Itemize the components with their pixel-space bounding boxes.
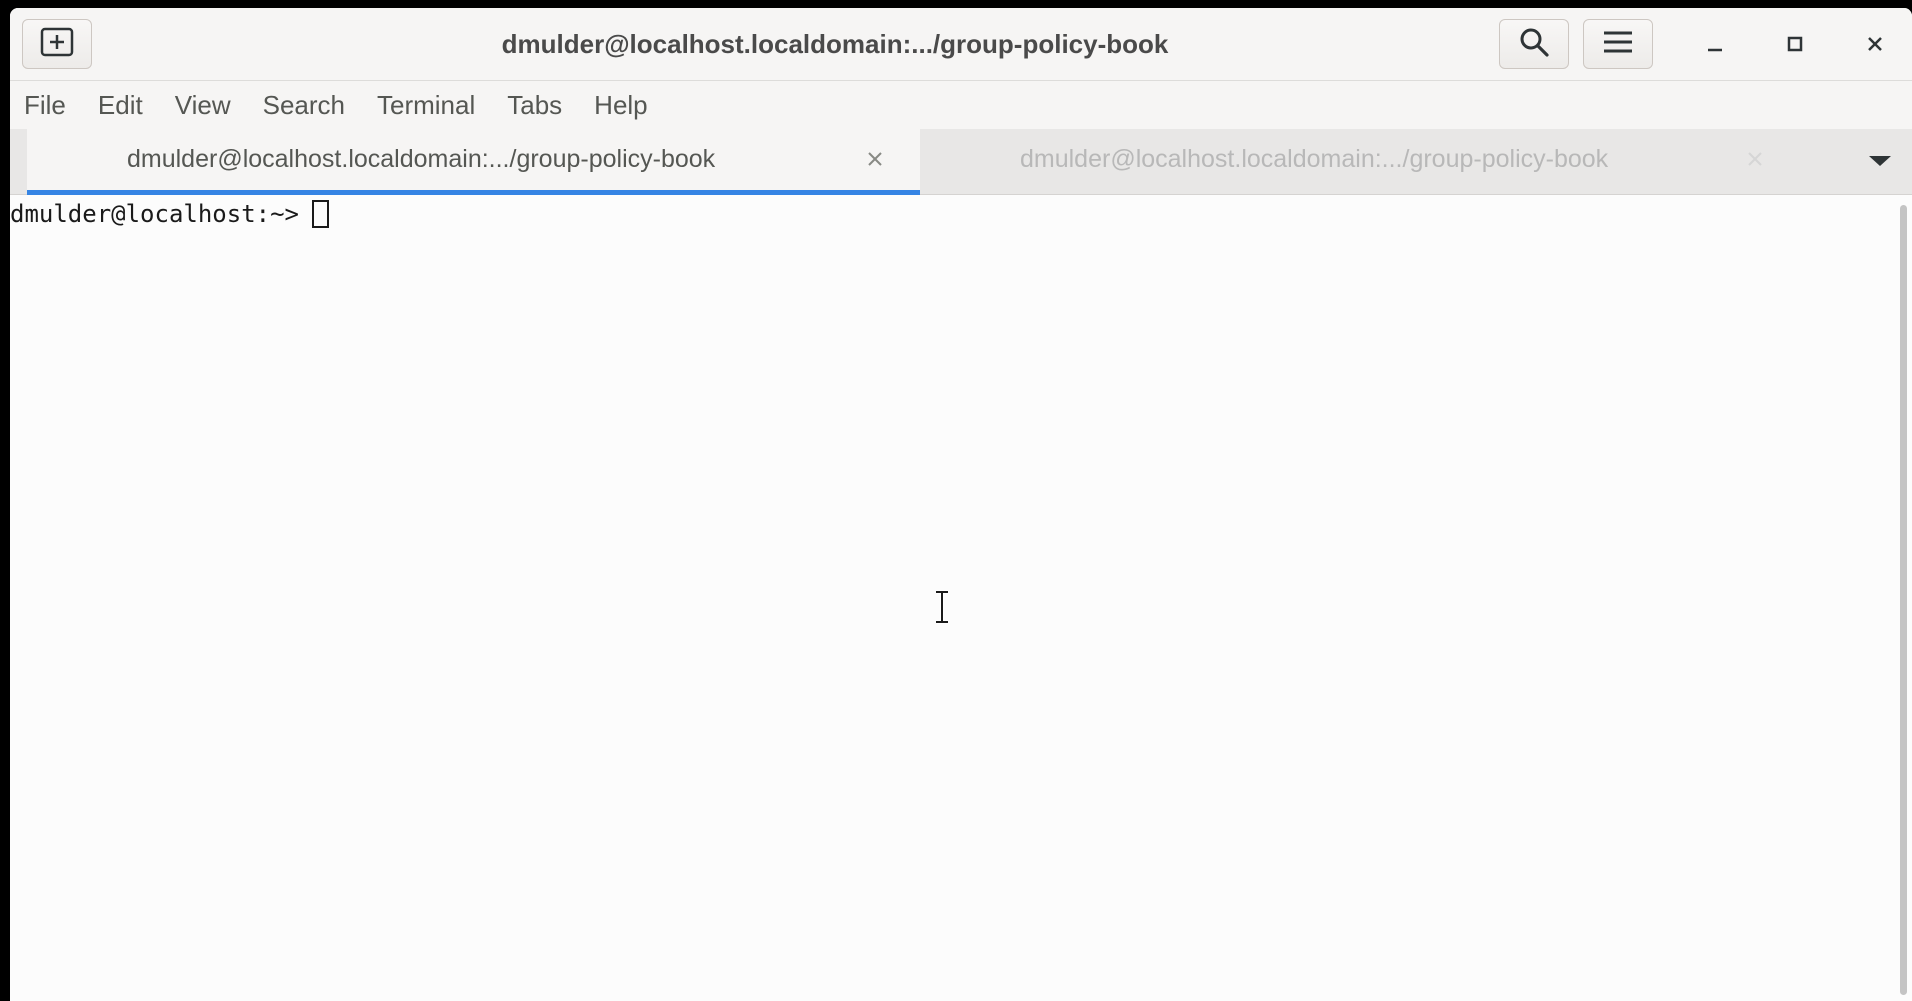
minimize-button[interactable] xyxy=(1695,26,1735,66)
terminal-window: dmulder@localhost.localdomain:.../group-… xyxy=(10,8,1912,1001)
tab-close-button[interactable] xyxy=(1740,144,1770,174)
tab-list-dropdown-button[interactable] xyxy=(1865,147,1895,177)
ibeam-cursor-icon xyxy=(932,589,952,625)
text-cursor xyxy=(311,200,329,228)
window-title: dmulder@localhost.localdomain:.../group-… xyxy=(501,29,1169,59)
main-menu-button[interactable] xyxy=(1583,19,1653,69)
tab-inactive[interactable]: dmulder@localhost.localdomain:.../group-… xyxy=(920,129,1800,195)
hamburger-menu-icon xyxy=(1602,29,1634,59)
vertical-scrollbar[interactable] xyxy=(1895,195,1912,1001)
close-icon xyxy=(1865,34,1885,58)
maximize-button[interactable] xyxy=(1775,26,1815,66)
tab-bar: dmulder@localhost.localdomain:.../group-… xyxy=(10,129,1912,195)
menu-edit[interactable]: Edit xyxy=(82,81,159,129)
prompt-line: dmulder@localhost:~> xyxy=(10,197,329,231)
minimize-icon xyxy=(1705,34,1725,58)
search-button[interactable] xyxy=(1499,19,1569,69)
tab-label: dmulder@localhost.localdomain:.../group-… xyxy=(1020,145,1609,173)
menu-help[interactable]: Help xyxy=(578,81,663,129)
menu-file[interactable]: File xyxy=(10,81,82,129)
menu-view[interactable]: View xyxy=(159,81,247,129)
terminal-area[interactable]: dmulder@localhost:~> xyxy=(10,195,1895,1001)
chevron-down-icon xyxy=(1868,153,1892,172)
menu-terminal[interactable]: Terminal xyxy=(361,81,491,129)
new-tab-button[interactable] xyxy=(22,19,92,69)
menu-bar: File Edit View Search Terminal Tabs Help xyxy=(10,81,1912,129)
tab-close-button[interactable] xyxy=(860,144,890,174)
menu-search[interactable]: Search xyxy=(247,81,361,129)
maximize-icon xyxy=(1785,34,1805,58)
close-icon xyxy=(1748,152,1762,166)
header-bar: dmulder@localhost.localdomain:.../group-… xyxy=(10,8,1912,81)
scrollbar-thumb[interactable] xyxy=(1900,205,1907,995)
menu-tabs[interactable]: Tabs xyxy=(491,81,578,129)
shell-prompt: dmulder@localhost:~> xyxy=(10,200,299,228)
tab-label: dmulder@localhost.localdomain:.../group-… xyxy=(127,145,716,173)
close-icon xyxy=(868,152,882,166)
tab-new-icon xyxy=(40,27,74,61)
search-icon xyxy=(1518,26,1550,62)
tab-active[interactable]: dmulder@localhost.localdomain:.../group-… xyxy=(27,129,920,195)
close-button[interactable] xyxy=(1855,26,1895,66)
